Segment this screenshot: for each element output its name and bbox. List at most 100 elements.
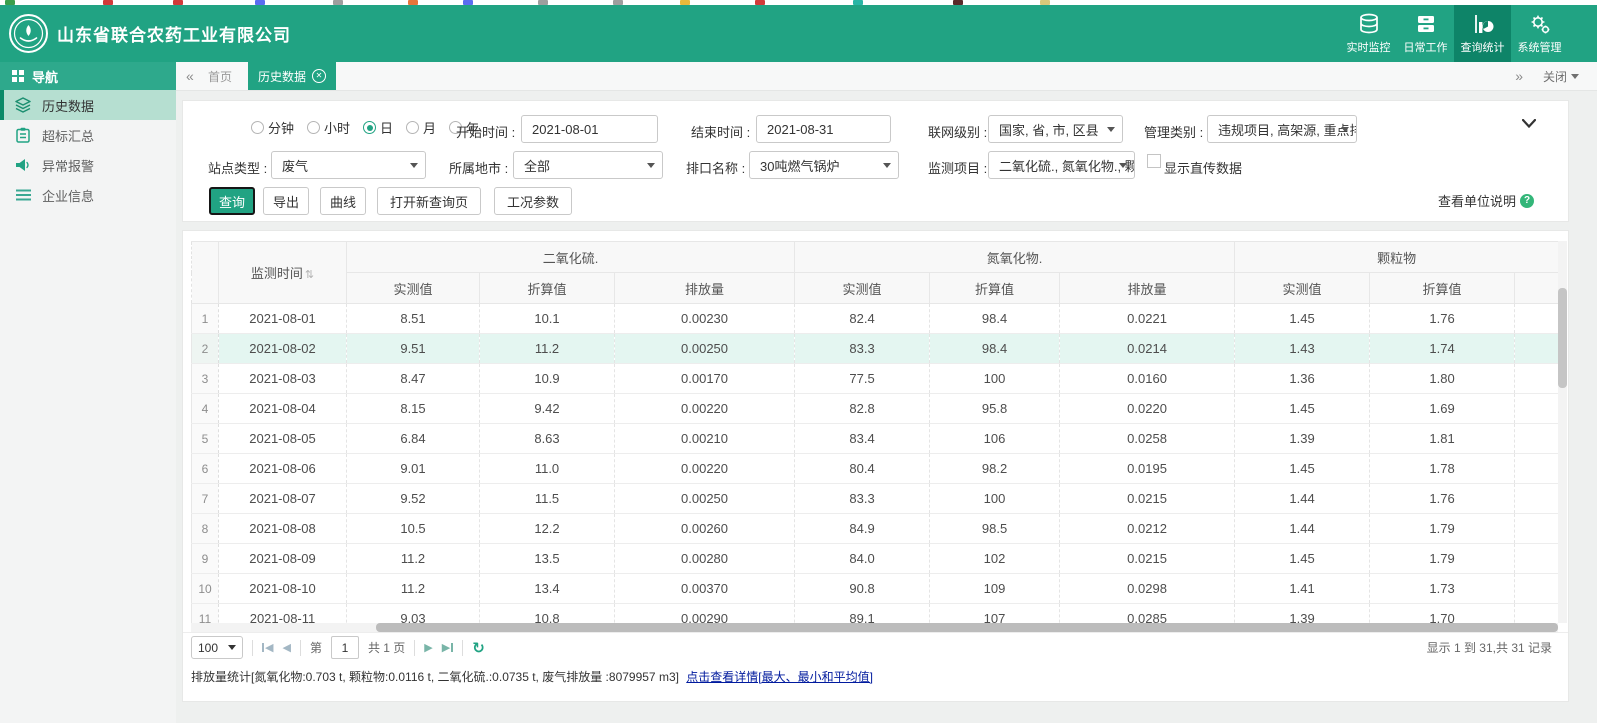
scroll-tabs-right-icon[interactable]: » <box>1515 62 1523 90</box>
first-page-icon[interactable]: ◀ <box>262 641 273 654</box>
cell: 1.44 <box>1235 514 1370 544</box>
sidebar-item-history-data[interactable]: 历史数据 <box>0 90 176 120</box>
select-value: 废气 <box>282 156 308 175</box>
col-measured: 实测值 <box>347 273 480 304</box>
cell: 8.51 <box>347 304 480 334</box>
cell: 100 <box>930 484 1060 514</box>
period-radio-日[interactable]: 日 <box>363 118 393 137</box>
radio-label: 日 <box>380 118 393 137</box>
cell: 90.8 <box>795 574 930 604</box>
network-level-select[interactable]: 国家, 省, 市, 区县 <box>988 115 1123 143</box>
sidebar-item-company-info[interactable]: 企业信息 <box>0 180 176 210</box>
table-row[interactable]: 12021-08-018.5110.10.0023082.498.40.0221… <box>192 304 1559 334</box>
nav-system-management[interactable]: 系统管理 <box>1511 5 1568 62</box>
cell: 95.8 <box>930 394 1060 424</box>
stats-detail-link[interactable]: 点击查看详情[最大、最小和平均值] <box>686 670 873 684</box>
cell: 1.69 <box>1370 394 1515 424</box>
records-summary: 显示 1 到 31,共 31 记录 <box>1427 639 1552 656</box>
curve-button[interactable]: 曲线 <box>320 187 366 215</box>
last-page-icon[interactable]: ▶ <box>442 641 453 654</box>
cell: 0.00370 <box>615 574 795 604</box>
unit-help-link[interactable]: 查看单位说明 ? <box>1438 191 1534 210</box>
divider <box>300 640 301 656</box>
vscroll-thumb[interactable] <box>1558 288 1567 388</box>
cell: 1.73 <box>1370 574 1515 604</box>
cell: 84.9 <box>795 514 930 544</box>
cell: 102 <box>930 544 1060 574</box>
cell: 0.00210 <box>615 424 795 454</box>
outlet-select[interactable]: 30吨燃气锅炉 <box>749 151 899 179</box>
hscroll-thumb[interactable] <box>376 623 1558 632</box>
tab-history-data[interactable]: 历史数据 ✕ <box>248 62 336 90</box>
period-radio-小时[interactable]: 小时 <box>307 118 350 137</box>
cell: 13.5 <box>480 544 615 574</box>
cell: 0.0285 <box>1060 604 1235 624</box>
period-radio-分钟[interactable]: 分钟 <box>251 118 294 137</box>
condition-params-button[interactable]: 工况参数 <box>494 187 572 215</box>
sort-icon[interactable]: ⇅ <box>305 269 314 281</box>
station-type-select[interactable]: 废气 <box>271 151 426 179</box>
tab-home[interactable]: 首页 <box>208 62 232 90</box>
table-row[interactable]: 72021-08-079.5211.50.0025083.31000.02151… <box>192 484 1559 514</box>
manage-category-select[interactable]: 违规项目, 高架源, 重点排 <box>1207 115 1357 143</box>
cell: 0.0160 <box>1060 364 1235 394</box>
table-row[interactable]: 82021-08-0810.512.20.0026084.998.50.0212… <box>192 514 1559 544</box>
network-level-label: 联网级别 : <box>928 122 987 141</box>
table-row[interactable]: 102021-08-1011.213.40.0037090.81090.0298… <box>192 574 1559 604</box>
direct-data-checkbox[interactable] <box>1147 154 1161 168</box>
next-page-icon[interactable]: ▶ <box>424 641 432 654</box>
table-row[interactable]: 52021-08-056.848.630.0021083.41060.02581… <box>192 424 1559 454</box>
chevron-down-icon <box>1119 163 1127 168</box>
cell-empty <box>1515 544 1558 574</box>
monitor-items-select[interactable]: 二氧化硫., 氮氧化物., 颗粒 <box>988 151 1135 179</box>
nav-daily-work[interactable]: 日常工作 <box>1397 5 1454 62</box>
nav-query-statistics[interactable]: 查询统计 <box>1454 5 1511 62</box>
export-button[interactable]: 导出 <box>263 187 309 215</box>
radio-icon[interactable] <box>406 121 419 134</box>
start-time-input[interactable]: 2021-08-01 <box>521 115 658 143</box>
prev-page-icon[interactable]: ◀ <box>282 641 290 654</box>
cell: 1.74 <box>1370 334 1515 364</box>
open-new-query-button[interactable]: 打开新查询页 <box>377 187 481 215</box>
nav-realtime-monitor[interactable]: 实时监控 <box>1340 5 1397 62</box>
cell: 0.00170 <box>615 364 795 394</box>
radio-icon[interactable] <box>363 121 376 134</box>
page-number-input[interactable]: 1 <box>331 636 359 659</box>
table-row[interactable]: 92021-08-0911.213.50.0028084.01020.02151… <box>192 544 1559 574</box>
close-tabs-menu[interactable]: 关闭 <box>1543 62 1579 90</box>
page-size-select[interactable]: 100 <box>191 636 243 659</box>
select-value: 二氧化硫., 氮氧化物., 颗粒 <box>999 156 1135 175</box>
table-row[interactable]: 112021-08-119.0310.80.0029089.11070.0285… <box>192 604 1559 624</box>
collapse-filters-icon[interactable] <box>1522 119 1536 128</box>
refresh-icon[interactable]: ↻ <box>472 639 485 657</box>
end-time-input[interactable]: 2021-08-31 <box>756 115 891 143</box>
pagination-bar: 100 ◀ ◀ 第 1 共 1 页 ▶ ▶ ↻ <box>183 632 1568 662</box>
horizontal-scrollbar[interactable] <box>191 623 1558 632</box>
period-radio-月[interactable]: 月 <box>406 118 436 137</box>
sidebar-item-label: 企业信息 <box>42 186 94 205</box>
row-number: 6 <box>192 454 219 484</box>
city-select[interactable]: 全部 <box>513 151 663 179</box>
col-partial <box>1515 273 1558 304</box>
query-button[interactable]: 查询 <box>209 187 255 215</box>
cell: 1.78 <box>1370 454 1515 484</box>
table-row[interactable]: 62021-08-069.0111.00.0022080.498.20.0195… <box>192 454 1559 484</box>
vertical-scrollbar[interactable] <box>1558 241 1567 623</box>
cell: 10.1 <box>480 304 615 334</box>
cell: 2021-08-05 <box>219 424 347 454</box>
sidebar-item-abnormal-alarm[interactable]: 异常报警 <box>0 150 176 180</box>
cell: 13.4 <box>480 574 615 604</box>
table-row[interactable]: 32021-08-038.4710.90.0017077.51000.01601… <box>192 364 1559 394</box>
cell-empty <box>1515 484 1558 514</box>
cell: 77.5 <box>795 364 930 394</box>
close-tab-icon[interactable]: ✕ <box>312 69 326 83</box>
table-row[interactable]: 22021-08-029.5111.20.0025083.398.40.0214… <box>192 334 1559 364</box>
select-value: 违规项目, 高架源, 重点排 <box>1218 120 1357 139</box>
col-monitor-time[interactable]: 监测时间⇅ <box>219 242 347 304</box>
radio-icon[interactable] <box>307 121 320 134</box>
radio-icon[interactable] <box>251 121 264 134</box>
cell: 0.0212 <box>1060 514 1235 544</box>
sidebar-item-exceed-summary[interactable]: 超标汇总 <box>0 120 176 150</box>
table-row[interactable]: 42021-08-048.159.420.0022082.895.80.0220… <box>192 394 1559 424</box>
scroll-tabs-left-icon[interactable]: « <box>186 62 194 90</box>
